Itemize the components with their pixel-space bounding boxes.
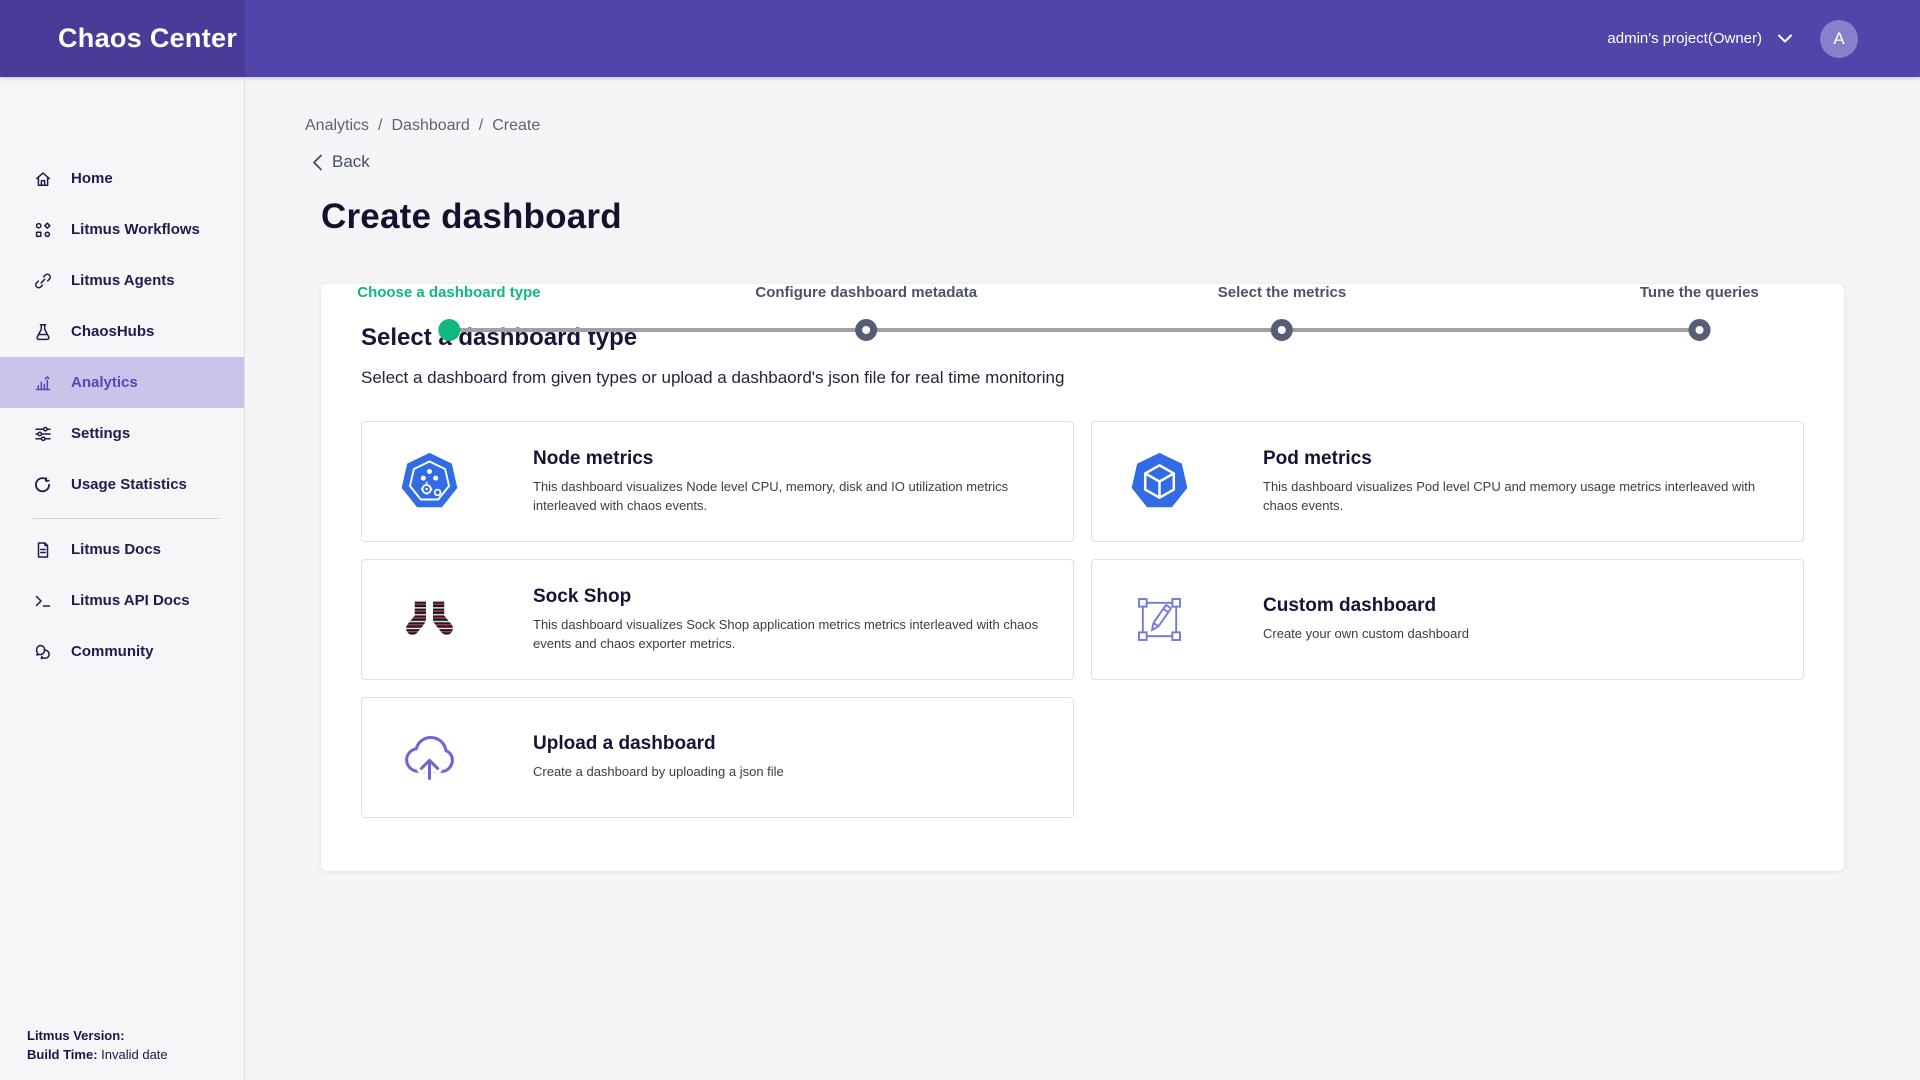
- type-card-sock-shop[interactable]: Sock Shop This dashboard visualizes Sock…: [361, 559, 1074, 680]
- back-button[interactable]: Back: [312, 152, 1920, 172]
- sidebar-item-litmus-docs[interactable]: Litmus Docs: [0, 524, 244, 575]
- sidebar-item-label: Litmus API Docs: [71, 592, 190, 609]
- back-label: Back: [332, 152, 370, 172]
- sidebar-item-label: Analytics: [71, 374, 138, 391]
- flask-icon: [33, 322, 53, 342]
- type-title: Custom dashboard: [1263, 595, 1469, 617]
- step-tune-queries[interactable]: Tune the queries: [1640, 284, 1759, 341]
- sidebar-item-chaoshubs[interactable]: ChaosHubs: [0, 306, 244, 357]
- step-label: Configure dashboard metadata: [755, 284, 977, 304]
- sidebar-item-community[interactable]: Community: [0, 626, 244, 677]
- kubernetes-pod-icon: [1129, 451, 1190, 512]
- type-description: This dashboard visualizes Pod level CPU …: [1263, 478, 1789, 516]
- terminal-icon: [33, 591, 53, 611]
- breadcrumb-create: Create: [492, 117, 540, 134]
- breadcrumb: Analytics / Dashboard / Create: [305, 117, 1920, 135]
- step-choose-dashboard-type[interactable]: Choose a dashboard type: [357, 284, 540, 341]
- step-label: Choose a dashboard type: [357, 284, 540, 304]
- page-title: Create dashboard: [321, 197, 1920, 237]
- breadcrumb-separator: /: [479, 117, 483, 134]
- type-description: This dashboard visualizes Node level CPU…: [533, 478, 1059, 516]
- breadcrumb-dashboard[interactable]: Dashboard: [391, 117, 469, 134]
- type-card-custom-dashboard[interactable]: Custom dashboard Create your own custom …: [1091, 559, 1804, 680]
- stepper-track: [449, 328, 1699, 332]
- breadcrumb-analytics[interactable]: Analytics: [305, 117, 369, 134]
- sidebar-item-label: Litmus Agents: [71, 272, 175, 289]
- dashboard-type-panel: Select a dashboard type Select a dashboa…: [321, 284, 1844, 871]
- build-time-value: Invalid date: [98, 1047, 168, 1062]
- type-card-upload-dashboard[interactable]: Upload a dashboard Create a dashboard by…: [361, 697, 1074, 818]
- link-icon: [33, 271, 53, 291]
- app-header: Chaos Center admin's project(Owner) A: [0, 0, 1920, 77]
- app-title: Chaos Center: [58, 23, 237, 54]
- sidebar-divider: [33, 518, 220, 519]
- chevron-down-icon: [1778, 34, 1792, 43]
- chat-bubbles-icon: [33, 642, 53, 662]
- sidebar-item-usage-statistics[interactable]: Usage Statistics: [0, 459, 244, 510]
- avatar[interactable]: A: [1820, 20, 1858, 58]
- sidebar-item-label: Usage Statistics: [71, 476, 187, 493]
- workflows-icon: [33, 220, 53, 240]
- sidebar-item-label: Settings: [71, 425, 130, 442]
- type-title: Pod metrics: [1263, 448, 1789, 470]
- step-select-metrics[interactable]: Select the metrics: [1218, 284, 1346, 341]
- litmus-version-label: Litmus Version:: [27, 1028, 125, 1043]
- step-dot[interactable]: [1271, 319, 1293, 341]
- sidebar-item-label: Litmus Docs: [71, 541, 161, 558]
- step-dot[interactable]: [855, 319, 877, 341]
- type-card-node-metrics[interactable]: Node metrics This dashboard visualizes N…: [361, 421, 1074, 542]
- sidebar-item-label: Community: [71, 643, 154, 660]
- sidebar-item-settings[interactable]: Settings: [0, 408, 244, 459]
- step-label: Tune the queries: [1640, 284, 1759, 304]
- panel-subtitle: Select a dashboard from given types or u…: [361, 368, 1804, 388]
- breadcrumb-separator: /: [378, 117, 382, 134]
- sidebar-item-litmus-agents[interactable]: Litmus Agents: [0, 255, 244, 306]
- project-selector[interactable]: admin's project(Owner): [1607, 30, 1792, 47]
- custom-dashboard-icon: [1129, 589, 1190, 650]
- sidebar-item-label: Litmus Workflows: [71, 221, 200, 238]
- version-info: Litmus Version: Build Time: Invalid date: [27, 1027, 168, 1065]
- step-dot[interactable]: [1688, 319, 1710, 341]
- build-time-label: Build Time:: [27, 1047, 98, 1062]
- step-label: Select the metrics: [1218, 284, 1346, 304]
- dashboard-type-grid: Node metrics This dashboard visualizes N…: [361, 421, 1804, 818]
- main-content: Analytics / Dashboard / Create Back Create d…: [245, 77, 1920, 1080]
- sidebar-item-home[interactable]: Home: [0, 153, 244, 204]
- type-description: This dashboard visualizes Sock Shop appl…: [533, 616, 1059, 654]
- sidebar-item-litmus-workflows[interactable]: Litmus Workflows: [0, 204, 244, 255]
- home-icon: [33, 169, 53, 189]
- type-card-pod-metrics[interactable]: Pod metrics This dashboard visualizes Po…: [1091, 421, 1804, 542]
- avatar-initial: A: [1833, 29, 1844, 49]
- step-dot[interactable]: [438, 319, 460, 341]
- step-configure-metadata[interactable]: Configure dashboard metadata: [755, 284, 977, 341]
- sidebar-item-label: Home: [71, 170, 113, 187]
- sock-shop-icon: [399, 589, 460, 650]
- sidebar: Home Litmus Workflows Litmus Agents Chao…: [0, 77, 245, 1080]
- kubernetes-node-icon: [399, 451, 460, 512]
- chevron-left-icon: [312, 154, 323, 171]
- type-title: Node metrics: [533, 448, 1059, 470]
- bar-chart-icon: [33, 373, 53, 393]
- project-selector-label: admin's project(Owner): [1607, 30, 1762, 47]
- sliders-icon: [33, 424, 53, 444]
- sidebar-item-analytics[interactable]: Analytics: [0, 357, 244, 408]
- circle-stats-icon: [33, 475, 53, 495]
- type-title: Upload a dashboard: [533, 733, 784, 755]
- type-title: Sock Shop: [533, 586, 1059, 608]
- upload-cloud-icon: [399, 727, 460, 788]
- type-description: Create your own custom dashboard: [1263, 625, 1469, 644]
- sidebar-item-litmus-api-docs[interactable]: Litmus API Docs: [0, 575, 244, 626]
- type-description: Create a dashboard by uploading a json f…: [533, 763, 784, 782]
- document-icon: [33, 540, 53, 560]
- stepper: Choose a dashboard type Configure dashbo…: [321, 284, 1844, 871]
- sidebar-item-label: ChaosHubs: [71, 323, 154, 340]
- logo-area: Chaos Center: [0, 0, 245, 77]
